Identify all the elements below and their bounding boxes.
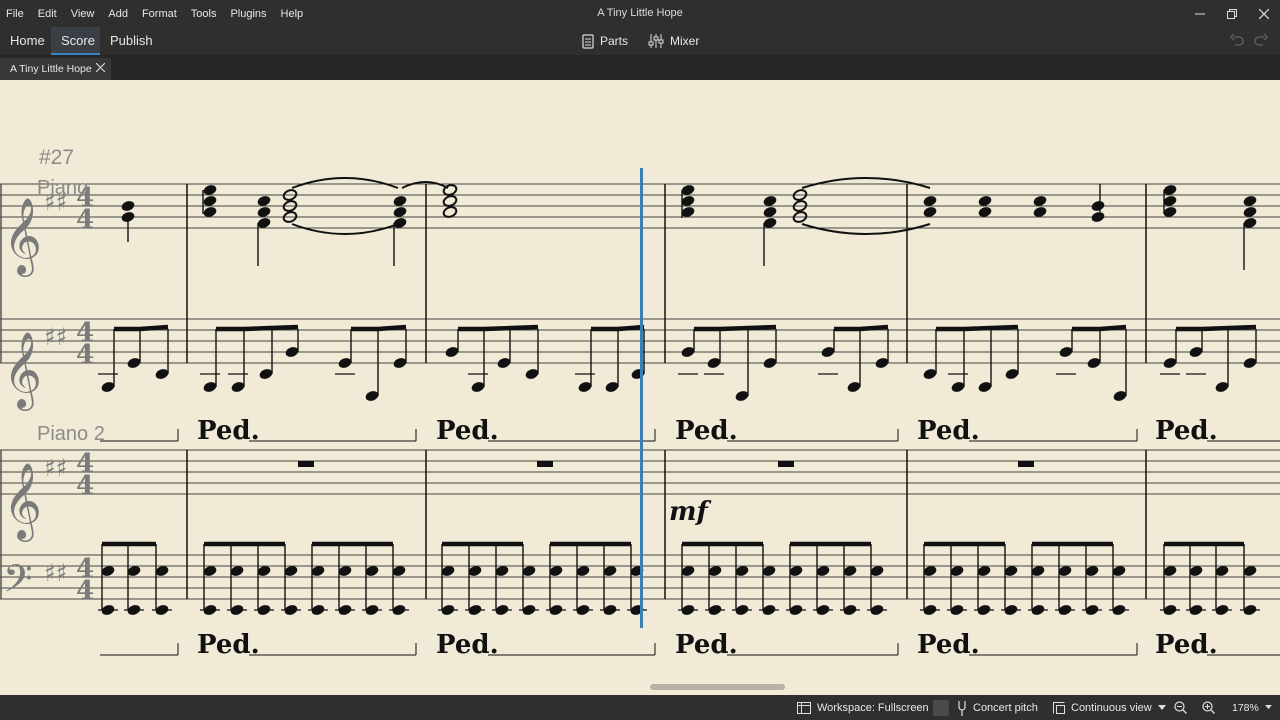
treble-clef[interactable]: 𝄞 (3, 462, 42, 542)
redo-icon[interactable] (1254, 33, 1268, 47)
view-mode-dropdown[interactable]: Continuous view (1053, 695, 1166, 720)
zoom-in-icon (1202, 701, 1215, 714)
zoom-out-icon (1174, 701, 1187, 714)
score-canvas[interactable]: 𝄞 ♯♯ 4 4 𝄞 ♯♯ 4 4 𝄞 ♯♯ 4 4 𝄢 ♯♯ 4 4 Ped. Ped. Ped. Ped. Ped.… (0, 80, 1280, 695)
mixer-icon (648, 34, 664, 48)
document-tab[interactable]: A Tiny Little Hope (0, 58, 111, 80)
restore-icon (1227, 8, 1237, 19)
tie[interactable] (801, 177, 931, 189)
rehearsal-mark[interactable]: #27 (39, 146, 74, 170)
concert-pitch-toggle[interactable]: Concert pitch (933, 695, 1038, 720)
tab-publish[interactable]: Publish (100, 27, 160, 55)
whole-rest[interactable] (1018, 461, 1034, 467)
key-signature[interactable]: ♯♯ (44, 559, 67, 587)
whole-rest[interactable] (778, 461, 794, 467)
beam[interactable] (859, 324, 889, 332)
menu-tools[interactable]: Tools (184, 8, 224, 20)
tie[interactable] (291, 223, 399, 235)
bass-clef[interactable]: 𝄢 (3, 556, 33, 610)
horizontal-scrollbar[interactable] (650, 684, 785, 690)
beam[interactable] (963, 324, 1019, 332)
time-signature-bottom[interactable]: 4 (76, 340, 94, 370)
workspace-icon (797, 701, 811, 714)
close-window-button[interactable] (1248, 0, 1280, 27)
zoom-chevron-down-icon (1265, 705, 1272, 710)
page-view-icon (1053, 701, 1065, 714)
beam[interactable] (139, 324, 169, 332)
concert-pitch-checkbox[interactable] (933, 699, 949, 716)
instrument-name-piano[interactable]: Piano (37, 177, 88, 200)
menu-add[interactable]: Add (101, 8, 135, 20)
tuning-fork-icon (958, 700, 966, 716)
zoom-level-dropdown[interactable]: 178% (1232, 695, 1272, 720)
menu-edit[interactable]: Edit (31, 8, 64, 20)
workspace-button[interactable]: Workspace: Fullscreen (797, 695, 929, 720)
score-notation[interactable]: 𝄞 ♯♯ 44𝄞 ♯♯ 44𝄞 ♯♯ 44𝄢 ♯♯ 44Ped. Ped. Ped. Ped. Ped.… (0, 80, 1280, 695)
mixer-button[interactable]: Mixer (648, 27, 699, 55)
zoom-in-button[interactable] (1202, 695, 1221, 720)
key-signature[interactable]: ♯♯ (44, 454, 67, 482)
parts-label: Parts (600, 34, 629, 48)
treble-clef[interactable]: 𝄞 (3, 197, 42, 277)
minimize-icon (1195, 13, 1205, 14)
close-icon (1259, 8, 1269, 19)
treble-clef[interactable]: 𝄞 (3, 331, 42, 411)
tie[interactable] (291, 177, 399, 189)
status-bar: Workspace: Fullscreen Concert pitch Cont… (0, 695, 1280, 720)
beam[interactable] (1201, 324, 1257, 332)
tie[interactable] (401, 181, 449, 189)
beam[interactable] (483, 324, 539, 332)
undo-redo-group (1230, 33, 1268, 47)
menu-format[interactable]: Format (135, 8, 184, 20)
menu-plugins[interactable]: Plugins (223, 8, 273, 20)
parts-icon (582, 33, 594, 49)
concert-pitch-label: Concert pitch (973, 701, 1038, 714)
workspace-label: Workspace: Fullscreen (817, 701, 929, 714)
beam[interactable] (719, 324, 777, 332)
beam[interactable] (377, 324, 407, 332)
document-tab-bar: A Tiny Little Hope (0, 55, 1280, 80)
mode-tab-bar: Home Score Publish Parts Mixer (0, 27, 1280, 55)
restore-button[interactable] (1216, 0, 1248, 27)
menu-help[interactable]: Help (274, 8, 311, 20)
whole-rest[interactable] (537, 461, 553, 467)
menu-file[interactable]: File (0, 8, 31, 20)
chord-note[interactable] (120, 199, 135, 212)
dynamic-marking[interactable]: mf (669, 497, 708, 527)
whole-rest[interactable] (298, 461, 314, 467)
chord-note[interactable] (1090, 199, 1105, 212)
playback-cursor[interactable] (640, 168, 643, 628)
time-signature-bottom[interactable]: 4 (76, 471, 94, 501)
mixer-label: Mixer (670, 34, 700, 48)
instrument-name-piano-2[interactable]: Piano 2 (37, 423, 105, 446)
tab-home[interactable]: Home (0, 27, 51, 55)
view-mode-label: Continuous view (1071, 701, 1152, 714)
chord-note[interactable] (1090, 210, 1105, 223)
menu-bar: File Edit View Add Format Tools Plugins … (0, 0, 1280, 27)
time-signature-bottom[interactable]: 4 (76, 205, 94, 235)
undo-icon[interactable] (1230, 33, 1244, 47)
beam[interactable] (1099, 324, 1127, 332)
zoom-level: 178% (1232, 701, 1259, 714)
tab-score[interactable]: Score (51, 27, 100, 55)
window-controls (1184, 0, 1280, 27)
chevron-down-icon (1157, 704, 1166, 710)
parts-button[interactable]: Parts (582, 27, 628, 55)
time-signature-bottom[interactable]: 4 (76, 576, 94, 606)
menu-view[interactable]: View (64, 8, 102, 20)
close-tab-icon[interactable] (96, 63, 105, 72)
beam[interactable] (243, 324, 299, 332)
minimize-button[interactable] (1184, 0, 1216, 27)
key-signature[interactable]: ♯♯ (44, 323, 67, 351)
zoom-out-button[interactable] (1174, 695, 1193, 720)
document-tab-title: A Tiny Little Hope (10, 63, 92, 75)
tie[interactable] (801, 223, 931, 235)
